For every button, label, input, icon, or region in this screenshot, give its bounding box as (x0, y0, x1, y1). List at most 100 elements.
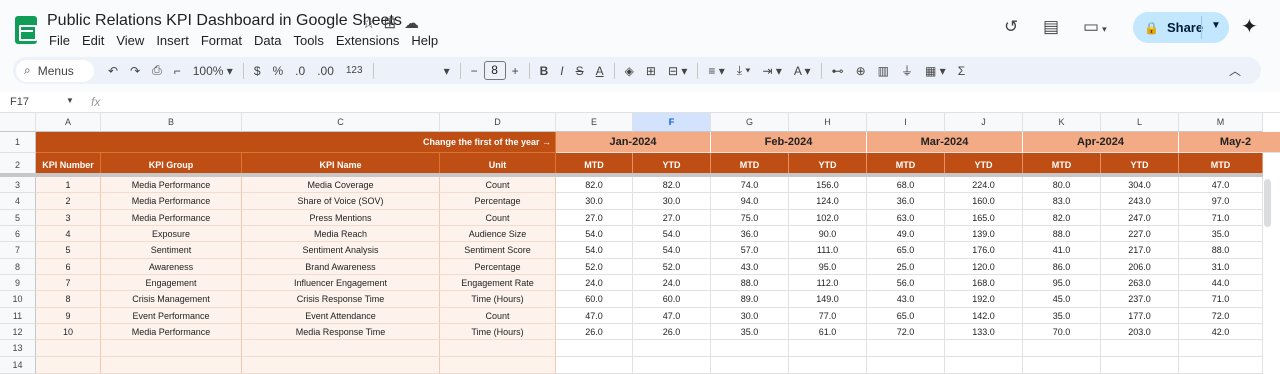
kpi-number-cell[interactable]: 9 (36, 308, 101, 324)
kpi-name-cell[interactable]: Brand Awareness (242, 259, 440, 275)
fill-color-icon[interactable]: ◈ (619, 64, 640, 78)
value-cell[interactable]: 54.0 (556, 242, 633, 259)
filter-views-icon[interactable]: ▦ ▾ (919, 64, 952, 78)
empty-cell[interactable] (945, 357, 1023, 374)
kpi-group-cell[interactable]: Engagement (101, 275, 242, 291)
text-color-button[interactable]: A (590, 64, 610, 78)
empty-cell[interactable] (633, 357, 711, 374)
empty-cell[interactable] (1101, 340, 1179, 357)
value-cell[interactable]: 54.0 (633, 242, 711, 259)
vertical-align-icon[interactable]: ⤓ ▾ (731, 63, 757, 78)
menu-help[interactable]: Help (410, 33, 439, 48)
version-history-icon[interactable]: ↺ (1004, 17, 1018, 37)
value-cell[interactable]: 24.0 (633, 275, 711, 291)
change-year-label[interactable]: Change the first of the year → (36, 132, 556, 153)
value-cell[interactable]: 72.0 (867, 324, 945, 340)
empty-cell[interactable] (867, 340, 945, 357)
row-header-13[interactable]: 13 (0, 340, 36, 357)
menu-tools[interactable]: Tools (292, 33, 324, 48)
strikethrough-button[interactable]: S (570, 64, 590, 78)
unit-cell[interactable]: Sentiment Score (440, 242, 556, 259)
row-header-11[interactable]: 11 (0, 308, 36, 324)
column-header-g[interactable]: G (711, 113, 789, 132)
value-cell[interactable]: 47.0 (556, 308, 633, 324)
column-header-d[interactable]: D (440, 113, 556, 132)
column-header-c[interactable]: C (242, 113, 440, 132)
value-cell[interactable]: 80.0 (1023, 177, 1101, 193)
scrollbar-thumb[interactable] (1264, 179, 1271, 227)
empty-cell[interactable] (242, 357, 440, 374)
unit-cell[interactable]: Count (440, 177, 556, 193)
row-header-3[interactable]: 3 (0, 177, 36, 193)
value-cell[interactable]: 177.0 (1101, 308, 1179, 324)
unit-cell[interactable]: Engagement Rate (440, 275, 556, 291)
kpi-number-cell[interactable]: 10 (36, 324, 101, 340)
name-box-dropdown-icon[interactable]: ▼ (66, 96, 74, 105)
value-cell[interactable]: 243.0 (1101, 193, 1179, 210)
value-cell[interactable]: 52.0 (633, 259, 711, 275)
kpi-group-cell[interactable]: Sentiment (101, 242, 242, 259)
star-icon[interactable]: ☆ (362, 14, 375, 32)
kpi-name-cell[interactable]: Media Reach (242, 226, 440, 242)
unit-cell[interactable]: Time (Hours) (440, 324, 556, 340)
value-cell[interactable]: 24.0 (556, 275, 633, 291)
kpi-group-cell[interactable]: Media Performance (101, 210, 242, 226)
menu-insert[interactable]: Insert (155, 33, 190, 48)
value-cell[interactable]: 149.0 (789, 291, 867, 308)
empty-cell[interactable] (1101, 357, 1179, 374)
select-all-corner[interactable] (0, 113, 36, 132)
value-cell[interactable]: 139.0 (945, 226, 1023, 242)
value-cell[interactable]: 54.0 (633, 226, 711, 242)
kpi-number-cell[interactable]: 4 (36, 226, 101, 242)
column-header-l[interactable]: L (1101, 113, 1179, 132)
row-header-9[interactable]: 9 (0, 275, 36, 291)
column-header-a[interactable]: A (36, 113, 101, 132)
unit-cell[interactable]: Audience Size (440, 226, 556, 242)
empty-cell[interactable] (867, 357, 945, 374)
value-cell[interactable]: 31.0 (1179, 259, 1263, 275)
value-cell[interactable]: 57.0 (711, 242, 789, 259)
value-cell[interactable]: 49.0 (867, 226, 945, 242)
column-header-e[interactable]: E (556, 113, 633, 132)
value-cell[interactable]: 97.0 (1179, 193, 1263, 210)
font-size-increase-button[interactable]: + (506, 64, 525, 78)
value-cell[interactable]: 60.0 (556, 291, 633, 308)
value-cell[interactable]: 86.0 (1023, 259, 1101, 275)
menu-edit[interactable]: Edit (81, 33, 105, 48)
currency-format-button[interactable]: $ (248, 64, 267, 78)
column-header-f[interactable]: F (633, 113, 711, 132)
kpi-name-cell[interactable]: Sentiment Analysis (242, 242, 440, 259)
value-cell[interactable]: 70.0 (1023, 324, 1101, 340)
value-cell[interactable]: 77.0 (789, 308, 867, 324)
empty-cell[interactable] (440, 357, 556, 374)
value-cell[interactable]: 47.0 (1179, 177, 1263, 193)
value-cell[interactable]: 74.0 (711, 177, 789, 193)
row-header-5[interactable]: 5 (0, 210, 36, 226)
borders-icon[interactable]: ⊞ (640, 64, 662, 78)
value-cell[interactable]: 304.0 (1101, 177, 1179, 193)
value-cell[interactable]: 30.0 (711, 308, 789, 324)
text-rotation-icon[interactable]: A ▾ (788, 64, 817, 78)
document-title[interactable]: Public Relations KPI Dashboard in Google… (47, 12, 402, 30)
value-cell[interactable]: 35.0 (1023, 308, 1101, 324)
print-icon[interactable]: ⎙ (146, 63, 168, 78)
value-cell[interactable]: 65.0 (867, 308, 945, 324)
value-cell[interactable]: 43.0 (711, 259, 789, 275)
month-header[interactable]: Mar-2024 (867, 132, 1023, 153)
value-cell[interactable]: 71.0 (1179, 210, 1263, 226)
empty-cell[interactable] (1023, 357, 1101, 374)
value-cell[interactable]: 133.0 (945, 324, 1023, 340)
kpi-number-cell[interactable]: 5 (36, 242, 101, 259)
unit-cell[interactable]: Count (440, 210, 556, 226)
menu-file[interactable]: File (48, 33, 71, 48)
value-cell[interactable]: 68.0 (867, 177, 945, 193)
empty-cell[interactable] (1179, 340, 1263, 357)
paint-format-icon[interactable]: ⌐ (168, 64, 187, 78)
value-cell[interactable]: 82.0 (1023, 210, 1101, 226)
number-format-button[interactable]: 123 (340, 65, 369, 76)
row-header-8[interactable]: 8 (0, 259, 36, 275)
kpi-number-cell[interactable]: 7 (36, 275, 101, 291)
value-cell[interactable]: 203.0 (1101, 324, 1179, 340)
kpi-name-cell[interactable]: Crisis Response Time (242, 291, 440, 308)
percent-format-button[interactable]: % (267, 64, 290, 78)
